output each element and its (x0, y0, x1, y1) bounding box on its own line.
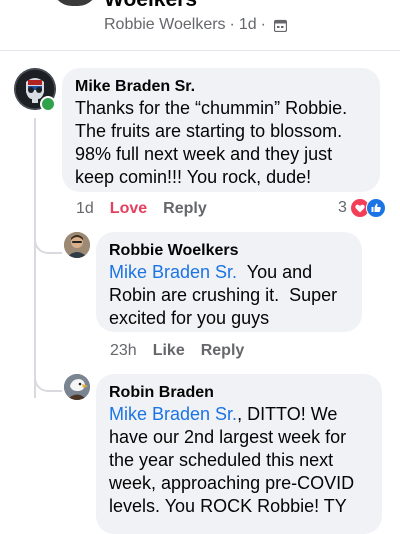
comment-author-name[interactable]: Robbie Woelkers (109, 242, 239, 260)
mention-link[interactable]: Mike Braden Sr. (109, 262, 237, 282)
reply-button[interactable]: Reply (201, 342, 245, 360)
comment-bubble-robin[interactable]: Robin Braden Mike Braden Sr., DITTO! We … (96, 374, 382, 534)
like-reaction-icon (365, 198, 386, 218)
comment-actions-mike: 1d Love Reply (76, 200, 207, 218)
reaction-count: 3 (338, 199, 347, 216)
thread-line (34, 118, 36, 398)
avatar-robin-braden[interactable] (64, 374, 90, 400)
calendar-icon (274, 19, 287, 32)
like-button[interactable]: Like (153, 342, 185, 360)
love-reaction-button[interactable]: Love (110, 200, 147, 218)
eagle-photo-icon (64, 374, 90, 400)
section-divider (0, 50, 400, 51)
comment-timestamp[interactable]: 1d (76, 200, 94, 218)
comment-bubble-robbie[interactable]: Robbie Woelkers Mike Braden Sr. You and … (96, 232, 362, 332)
comment-text: Mike Braden Sr. You and Robin are crushi… (109, 261, 359, 330)
comment-timestamp[interactable]: 23h (110, 342, 137, 360)
comment-text: Thanks for the “chummin” Robbie. The fru… (75, 98, 348, 187)
online-status-indicator (40, 96, 56, 112)
thread-branch-2 (34, 368, 62, 392)
thread-branch-1 (34, 226, 62, 254)
comment-author-name[interactable]: Mike Braden Sr. (75, 78, 195, 96)
reaction-summary[interactable]: 3 (338, 198, 386, 218)
previous-author-name[interactable]: Woelkers (104, 0, 197, 12)
comment-bubble-mike[interactable]: Mike Braden Sr. Thanks for the “chummin”… (62, 68, 380, 192)
previous-avatar[interactable] (52, 0, 98, 6)
mention-link[interactable]: Mike Braden Sr. (109, 404, 237, 424)
meta-separator-2: · (260, 16, 266, 33)
meta-separator: · (229, 16, 235, 33)
previous-post-meta: Robbie Woelkers · 1d · (104, 16, 287, 34)
comment-text: Mike Braden Sr., DITTO! We have our 2nd … (109, 403, 371, 518)
comment-author-name[interactable]: Robin Braden (109, 384, 214, 402)
previous-meta-time[interactable]: 1d (239, 16, 257, 34)
avatar-robbie-woelkers[interactable] (64, 232, 90, 258)
previous-meta-name[interactable]: Robbie Woelkers (104, 16, 226, 34)
person-photo-icon (64, 232, 90, 258)
reply-button[interactable]: Reply (163, 200, 207, 218)
comment-actions-robbie: 23h Like Reply (110, 342, 244, 360)
